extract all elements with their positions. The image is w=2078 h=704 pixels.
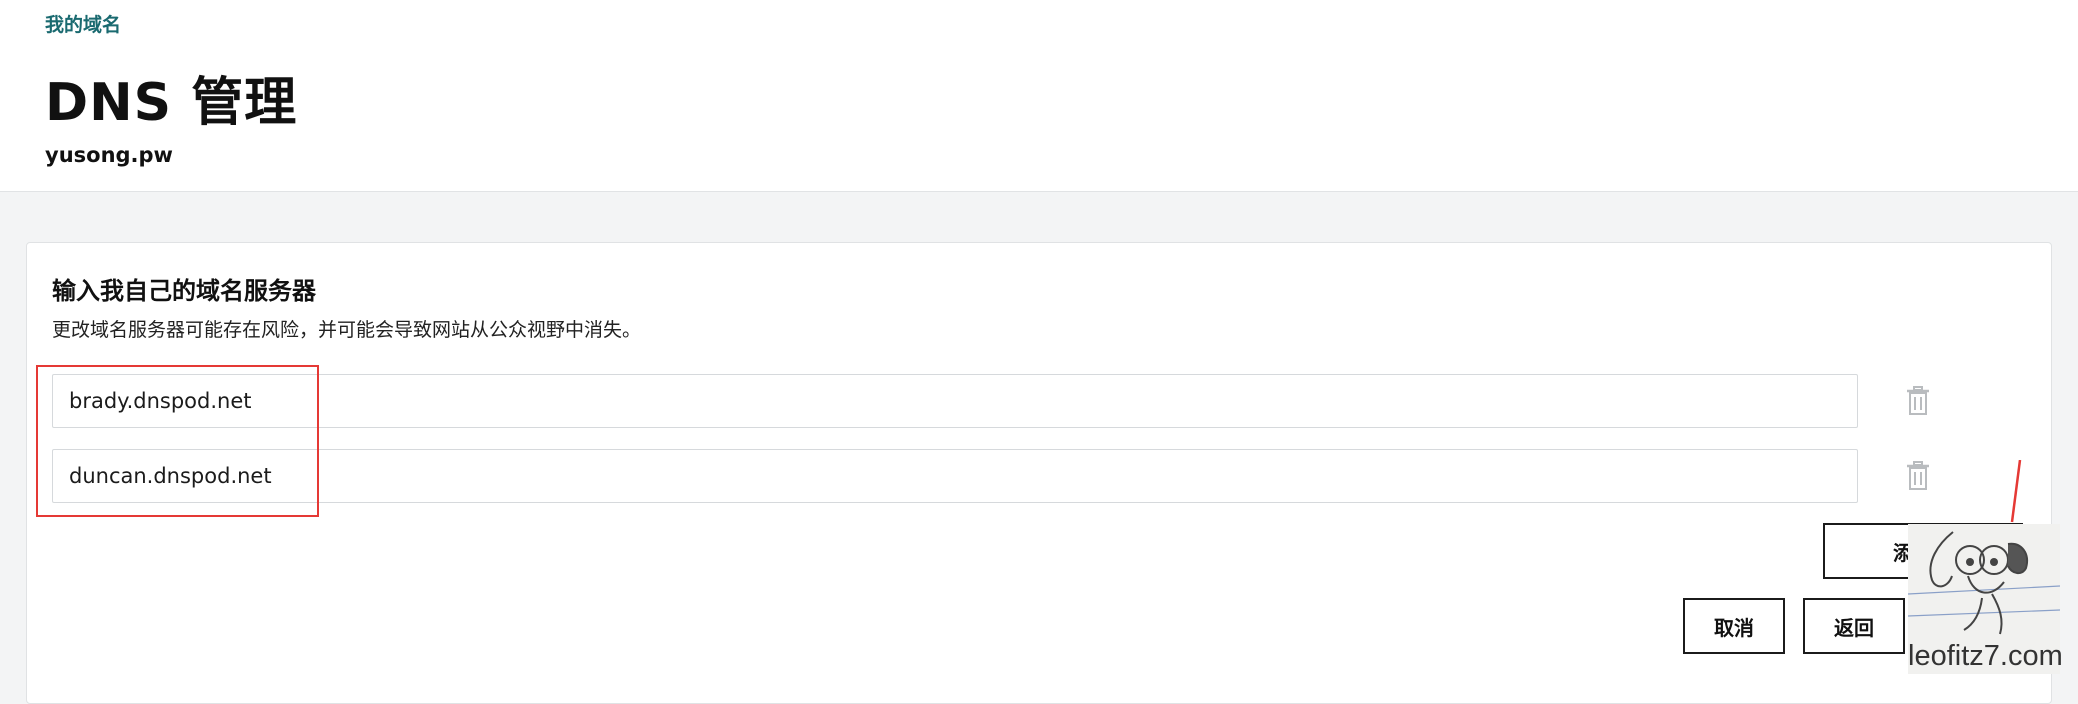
card-title: 输入我自己的域名服务器 xyxy=(52,277,316,305)
breadcrumb-my-domains[interactable]: 我的域名 xyxy=(45,10,121,37)
nameserver-input-2[interactable] xyxy=(52,449,1858,503)
back-button[interactable]: 返回 xyxy=(1803,598,1905,654)
nameserver-input-1[interactable] xyxy=(52,374,1858,428)
page-header: 我的域名 DNS 管理 yusong.pw xyxy=(0,0,2078,192)
watermark-text: leofitz7.com xyxy=(1908,640,2063,672)
page-title: DNS 管理 xyxy=(45,73,298,133)
nameserver-row xyxy=(52,449,1929,505)
trash-icon[interactable] xyxy=(1905,386,1931,416)
nameserver-row xyxy=(52,374,1929,430)
annotation-highlight-box xyxy=(36,365,319,517)
card-description: 更改域名服务器可能存在风险，并可能会导致网站从公众视野中消失。 xyxy=(52,319,642,341)
trash-icon[interactable] xyxy=(1905,461,1931,491)
domain-name: yusong.pw xyxy=(45,143,173,167)
cancel-button[interactable]: 取消 xyxy=(1683,598,1785,654)
